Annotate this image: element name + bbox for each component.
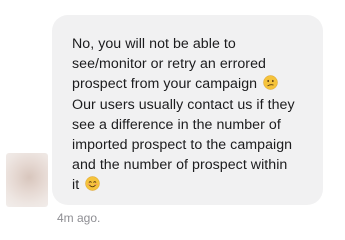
- confused-face-icon: [263, 75, 278, 91]
- message-line: see a difference in the number of: [72, 116, 281, 133]
- message-line: see/monitor or retry an errored: [72, 56, 266, 73]
- message-timestamp: 4m ago.: [57, 211, 101, 225]
- message-line: No, you will not be able to: [72, 36, 236, 52]
- message-bubble: No, you will not be able to see/monitor …: [52, 15, 323, 205]
- chat-conversation: No, you will not be able to see/monitor …: [0, 0, 345, 240]
- message-text: No, you will not be able to see/monitor …: [72, 34, 313, 196]
- message-line: Our users usually contact us if they: [72, 96, 295, 113]
- smiling-face-icon: [85, 176, 100, 192]
- avatar[interactable]: [6, 153, 48, 207]
- message-line: imported prospect to the campaign: [72, 137, 293, 154]
- message-line: it: [72, 177, 80, 194]
- message-line: and the number of prospect within: [72, 157, 288, 174]
- message-line: prospect from your campaign: [72, 76, 258, 93]
